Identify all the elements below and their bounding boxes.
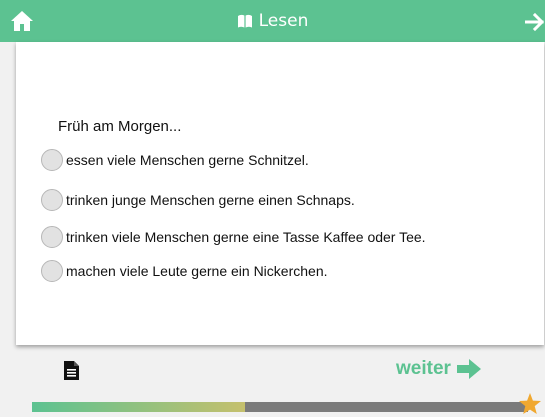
answer-option-3[interactable]: trinken viele Menschen gerne eine Tasse …: [41, 225, 426, 249]
weiter-button[interactable]: weiter: [396, 358, 481, 380]
radio-button[interactable]: [41, 260, 63, 282]
question-card: Früh am Morgen... essen viele Menschen g…: [16, 42, 544, 345]
radio-button[interactable]: [41, 226, 63, 248]
answer-option-1[interactable]: essen viele Menschen gerne Schnitzel.: [41, 148, 309, 172]
top-bar: Lesen: [0, 0, 545, 42]
question-text: Früh am Morgen...: [58, 118, 182, 135]
answer-label: machen viele Leute gerne ein Nickerchen.: [66, 263, 328, 279]
page-title: Lesen: [0, 11, 545, 31]
answer-label: trinken junge Menschen gerne einen Schna…: [66, 192, 355, 208]
radio-button[interactable]: [41, 189, 63, 211]
radio-button[interactable]: [41, 149, 63, 171]
weiter-label: weiter: [396, 358, 451, 379]
arrow-right-icon[interactable]: [525, 12, 545, 32]
arrow-right-icon: [456, 359, 481, 379]
progress-fill: [32, 402, 246, 412]
star-icon: [519, 393, 541, 414]
answer-label: trinken viele Menschen gerne eine Tasse …: [66, 229, 426, 245]
document-icon[interactable]: [64, 361, 79, 380]
answer-label: essen viele Menschen gerne Schnitzel.: [66, 152, 309, 168]
answer-option-2[interactable]: trinken junge Menschen gerne einen Schna…: [41, 188, 355, 212]
book-icon: [237, 14, 252, 28]
answer-option-4[interactable]: machen viele Leute gerne ein Nickerchen.: [41, 259, 328, 283]
progress-bar: [32, 402, 528, 412]
page-title-text: Lesen: [258, 11, 309, 31]
